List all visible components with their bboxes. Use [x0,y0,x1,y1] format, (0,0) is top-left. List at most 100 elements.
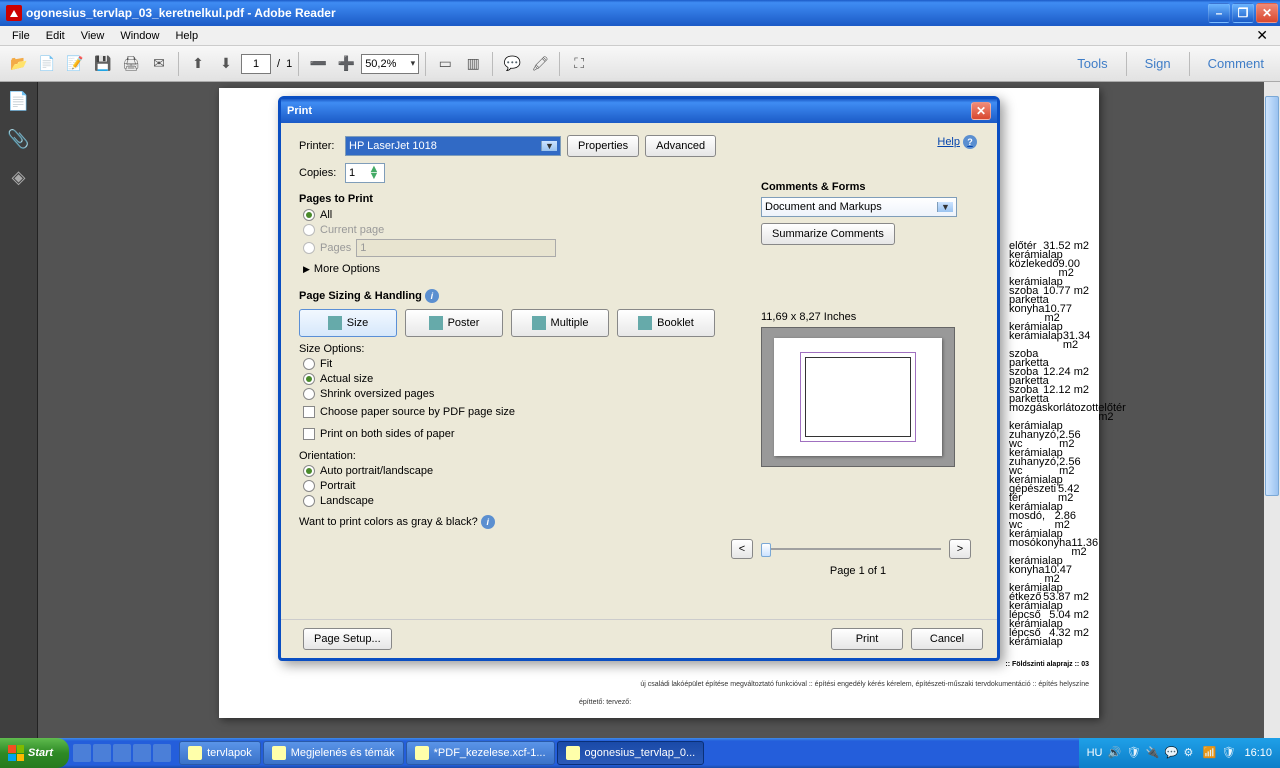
close-button[interactable]: ✕ [1256,3,1278,23]
ql-icon[interactable] [73,744,91,762]
ql-icon[interactable] [93,744,111,762]
task-item[interactable]: tervlapok [179,741,261,765]
minimize-button[interactable]: – [1208,3,1230,23]
preview-prev-button[interactable]: < [731,539,753,559]
menu-window[interactable]: Window [112,28,167,44]
layers-icon[interactable]: ◈ [8,166,30,188]
comment-link[interactable]: Comment [1198,52,1274,76]
fit-width-icon[interactable]: ▥ [460,51,486,77]
separator [178,52,179,76]
size-button[interactable]: Size [299,309,397,337]
separator [298,52,299,76]
app-titlebar: ogonesius_tervlap_03_keretnelkul.pdf - A… [0,0,1280,26]
tray-icon[interactable]: 📶 [1202,746,1216,760]
task-item[interactable]: *PDF_kezelese.xcf-1... [406,741,555,765]
radio-auto-orientation[interactable] [303,465,315,477]
ql-icon[interactable] [133,744,151,762]
menubar-close-icon[interactable]: ✕ [1248,25,1276,46]
create-pdf-icon[interactable]: 📄 [34,51,60,77]
save-icon[interactable]: 💾 [90,51,116,77]
help-link[interactable]: Help? [937,135,977,149]
tray-icon[interactable]: 🛡 [1221,746,1235,760]
dialog-titlebar: Print ✕ [281,99,997,123]
ql-icon[interactable] [153,744,171,762]
more-options-toggle[interactable]: ▶More Options [303,263,979,275]
menu-view[interactable]: View [73,28,113,44]
checkbox-paper-source[interactable] [303,406,315,418]
radio-actual-size[interactable] [303,373,315,385]
open-icon[interactable]: 📂 [6,51,32,77]
zoom-in-icon[interactable]: ➕ [333,51,359,77]
ql-icon[interactable] [113,744,131,762]
page-setup-button[interactable]: Page Setup... [303,628,392,650]
clock[interactable]: 16:10 [1244,747,1272,759]
info-icon[interactable]: i [481,515,495,529]
radio-pages[interactable] [303,242,315,254]
sign-link[interactable]: Sign [1135,52,1181,76]
checkbox-both-sides[interactable] [303,428,315,440]
zoom-out-icon[interactable]: ➖ [305,51,331,77]
page-down-icon[interactable]: ⬇ [213,51,239,77]
poster-button[interactable]: Poster [405,309,503,337]
quick-launch [69,744,175,762]
booklet-icon [638,316,652,330]
summarize-comments-button[interactable]: Summarize Comments [761,223,895,245]
tray-icon[interactable]: 🔌 [1145,746,1159,760]
radio-landscape[interactable] [303,495,315,507]
attachments-icon[interactable]: 📎 [8,128,30,150]
advanced-button[interactable]: Advanced [645,135,716,157]
preview-next-button[interactable]: > [949,539,971,559]
menu-file[interactable]: File [4,28,38,44]
highlight-icon[interactable]: 🖍 [527,51,553,77]
pages-input[interactable] [356,239,556,257]
page-sep: / [273,58,284,70]
print-icon[interactable]: 🖨 [118,51,144,77]
tray-icon[interactable]: 🔊 [1107,746,1121,760]
cancel-button[interactable]: Cancel [911,628,983,650]
page-up-icon[interactable]: ⬆ [185,51,211,77]
language-indicator[interactable]: HU [1087,747,1103,759]
dialog-close-button[interactable]: ✕ [971,102,991,120]
comment-icon[interactable]: 💬 [499,51,525,77]
radio-current-page[interactable] [303,224,315,236]
print-button[interactable]: Print [831,628,903,650]
info-icon[interactable]: i [425,289,439,303]
task-item[interactable]: ogonesius_tervlap_0... [557,741,705,765]
multiple-button[interactable]: Multiple [511,309,609,337]
preview-slider[interactable] [761,548,941,550]
menu-edit[interactable]: Edit [38,28,73,44]
tray-icon[interactable]: ⚙ [1183,746,1197,760]
booklet-button[interactable]: Booklet [617,309,715,337]
fit-page-icon[interactable]: ▭ [432,51,458,77]
maximize-button[interactable]: ❐ [1232,3,1254,23]
start-button[interactable]: Start [0,738,69,768]
tools-link[interactable]: Tools [1067,52,1117,76]
copies-spinner[interactable]: 1▲▼ [345,163,385,183]
radio-all[interactable] [303,209,315,221]
page-number-input[interactable] [241,54,271,74]
printer-combo[interactable]: HP LaserJet 1018▼ [345,136,561,156]
print-dialog: Print ✕ Help? Printer: HP LaserJet 1018▼… [278,96,1000,661]
task-item[interactable]: Megjelenés és témák [263,741,404,765]
tray-icon[interactable]: 💬 [1164,746,1178,760]
menu-help[interactable]: Help [167,28,206,44]
zoom-combo[interactable]: 50,2% [361,54,419,74]
thumbnails-icon[interactable]: 📄 [8,90,30,112]
export-icon[interactable]: 📝 [62,51,88,77]
email-icon[interactable]: ✉ [146,51,172,77]
dialog-title: Print [287,105,312,117]
properties-button[interactable]: Properties [567,135,639,157]
radio-shrink[interactable] [303,388,315,400]
adobe-reader-icon [6,5,22,21]
floorplan-preview-icon [800,352,916,442]
comments-combo[interactable]: Document and Markups▼ [761,197,957,217]
tray-icon[interactable]: 🛡 [1126,746,1140,760]
read-mode-icon[interactable]: ⛶ [566,51,592,77]
radio-portrait[interactable] [303,480,315,492]
radio-fit[interactable] [303,358,315,370]
separator [1189,52,1190,76]
vertical-scrollbar[interactable] [1264,82,1280,738]
size-icon [328,316,342,330]
separator [559,52,560,76]
display-icon [272,746,286,760]
